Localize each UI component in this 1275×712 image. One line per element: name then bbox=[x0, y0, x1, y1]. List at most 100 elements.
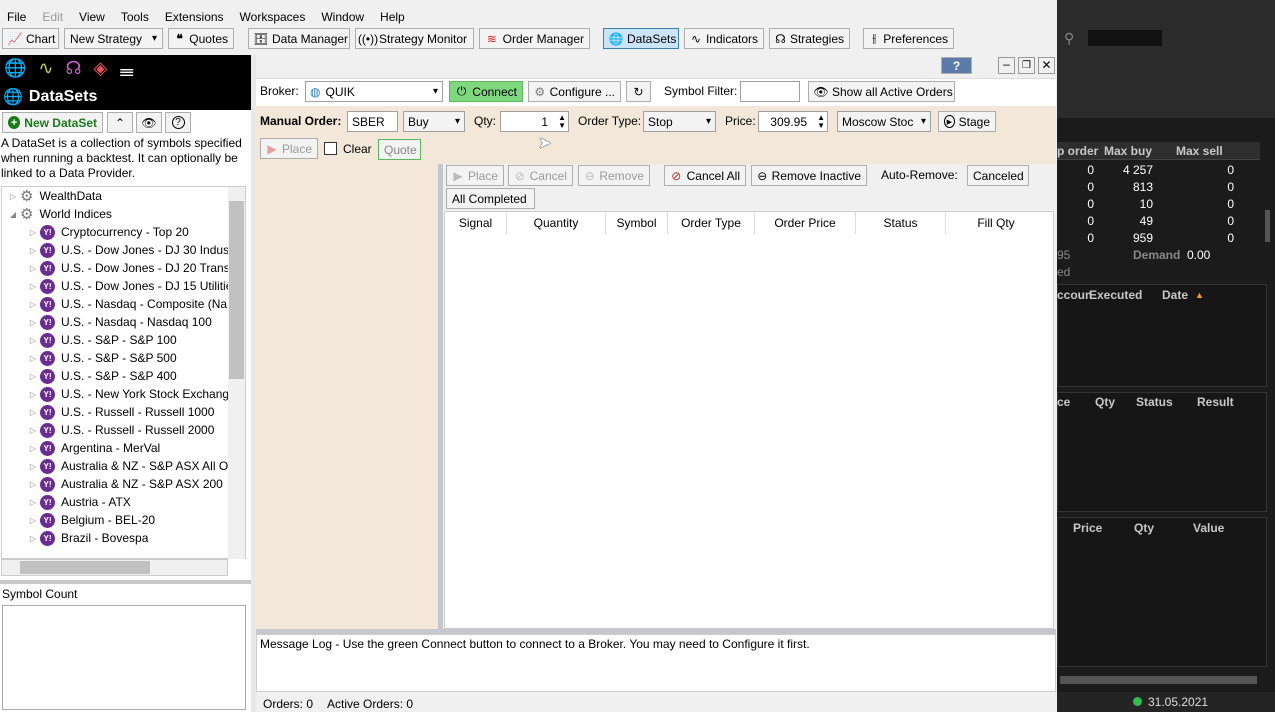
expand-arrow-icon[interactable]: ▷ bbox=[26, 426, 40, 435]
cubes-icon[interactable]: ◈ bbox=[94, 58, 108, 88]
strategy-monitor-button[interactable]: ((•)) Strategy Monitor bbox=[355, 28, 474, 49]
tree-item[interactable]: ▷ Y! Austria - ATX bbox=[2, 493, 131, 511]
menu-workspaces[interactable]: Workspaces bbox=[240, 10, 306, 24]
tree-item[interactable]: ▷ Y! Brazil - Bovespa bbox=[2, 529, 148, 547]
restore-icon[interactable]: ❐ bbox=[1018, 57, 1035, 74]
splitter[interactable] bbox=[0, 580, 251, 584]
new-strategy-button[interactable]: New Strategy ▾ bbox=[64, 28, 163, 49]
quotes-button[interactable]: ❝ Quotes bbox=[168, 28, 234, 49]
dark-hscroll[interactable] bbox=[1060, 676, 1257, 684]
dark-search-input[interactable] bbox=[1088, 30, 1162, 46]
expand-arrow-icon[interactable]: ▷ bbox=[26, 318, 40, 327]
side-select[interactable]: Buy bbox=[403, 111, 465, 132]
col-signal[interactable]: Signal bbox=[445, 212, 507, 234]
view-button[interactable]: 👁 bbox=[136, 112, 162, 133]
clear-checkbox[interactable] bbox=[324, 142, 337, 155]
dark-scrollbar[interactable] bbox=[1265, 210, 1270, 242]
tree-vscrollbar[interactable] bbox=[228, 187, 245, 559]
tree-item[interactable]: ▷ Y! U.S. - S&P - S&P 400 bbox=[2, 367, 177, 385]
search-icon[interactable]: ⚲ bbox=[1064, 30, 1074, 47]
configure-button[interactable]: ⚙ Configure ... bbox=[528, 81, 621, 102]
order-manager-button[interactable]: ≋ Order Manager bbox=[479, 28, 590, 49]
expand-arrow-icon[interactable]: ▷ bbox=[26, 336, 40, 345]
tree-item[interactable]: ▷ Y! Belgium - BEL-20 bbox=[2, 511, 155, 529]
tree-item[interactable]: ◢ ⚙ World Indices bbox=[2, 205, 112, 223]
broker-select[interactable]: ◍ QUIK bbox=[305, 81, 443, 102]
expand-arrow-icon[interactable]: ▷ bbox=[26, 444, 40, 453]
remove-button[interactable]: ⊖ Remove bbox=[578, 165, 650, 186]
preferences-button[interactable]: ⫲ Preferences bbox=[863, 28, 954, 49]
expand-arrow-icon[interactable]: ▷ bbox=[26, 534, 40, 543]
expand-arrow-icon[interactable]: ▷ bbox=[26, 300, 40, 309]
connect-button[interactable]: ⏻ Connect bbox=[449, 81, 523, 102]
col-fill-qty[interactable]: Fill Qty bbox=[946, 212, 1046, 234]
expand-arrow-icon[interactable]: ▷ bbox=[26, 246, 40, 255]
brain-icon[interactable]: ☊ bbox=[66, 58, 82, 88]
quote-button[interactable]: Quote bbox=[378, 139, 421, 160]
col-quantity[interactable]: Quantity bbox=[507, 212, 606, 234]
cancel-all-button[interactable]: ⊘ Cancel All bbox=[664, 165, 746, 186]
expand-arrow-icon[interactable]: ▷ bbox=[26, 372, 40, 381]
indicators-button[interactable]: ∿ Indicators bbox=[684, 28, 764, 49]
tree-item[interactable]: ▷ Y! U.S. - Russell - Russell 1000 bbox=[2, 403, 214, 421]
tree-item[interactable]: ▷ Y! U.S. - Russell - Russell 2000 bbox=[2, 421, 214, 439]
col-symbol[interactable]: Symbol bbox=[606, 212, 668, 234]
tree-item[interactable]: ▷ Y! U.S. - Dow Jones - DJ 20 Transp bbox=[2, 259, 236, 277]
expand-arrow-icon[interactable]: ▷ bbox=[26, 354, 40, 363]
scroll-thumb[interactable] bbox=[229, 201, 244, 379]
minimize-icon[interactable]: – bbox=[998, 57, 1015, 74]
stage-button[interactable]: ▶ Stage bbox=[938, 111, 996, 132]
price-stepper[interactable]: 309.95 ▲ ▼ bbox=[758, 111, 828, 132]
expand-arrow-icon[interactable]: ▷ bbox=[26, 498, 40, 507]
tree-item[interactable]: ▷ Y! U.S. - Nasdaq - Nasdaq 100 bbox=[2, 313, 212, 331]
col-order-price[interactable]: Order Price bbox=[755, 212, 856, 234]
spinner-icon[interactable]: ▲ ▼ bbox=[817, 113, 825, 130]
tree-item[interactable]: ▷ Y! U.S. - S&P - S&P 100 bbox=[2, 331, 177, 349]
place-order-button[interactable]: ▶ Place bbox=[446, 165, 504, 186]
all-completed-button[interactable]: All Completed bbox=[446, 188, 535, 209]
expand-arrow-icon[interactable]: ▷ bbox=[26, 390, 40, 399]
new-dataset-button[interactable]: + New DataSet bbox=[2, 112, 103, 133]
menu-edit[interactable]: Edit bbox=[42, 10, 63, 24]
auto-remove-canceled-button[interactable]: Canceled bbox=[967, 165, 1029, 186]
col-status[interactable]: Status bbox=[856, 212, 946, 234]
close-icon[interactable]: ✕ bbox=[1038, 57, 1055, 74]
data-manager-button[interactable]: 🗄 Data Manager bbox=[248, 28, 350, 49]
exchange-select[interactable]: Moscow Stoc bbox=[837, 111, 931, 132]
wave-icon[interactable]: ∿ bbox=[38, 58, 53, 88]
remove-inactive-button[interactable]: ⊖ Remove Inactive bbox=[751, 165, 867, 186]
menu-file[interactable]: File bbox=[7, 10, 26, 24]
expand-arrow-icon[interactable]: ▷ bbox=[6, 192, 20, 201]
show-all-active-orders-button[interactable]: 👁 Show all Active Orders bbox=[808, 81, 955, 102]
expand-arrow-icon[interactable]: ▷ bbox=[26, 516, 40, 525]
qty-stepper[interactable]: 1 ▲ ▼ bbox=[500, 111, 569, 132]
tree-item[interactable]: ▷ ⚙ WealthData bbox=[2, 187, 102, 205]
globe-icon[interactable]: 🌐 bbox=[4, 58, 26, 88]
symbol-input[interactable]: SBER bbox=[347, 111, 398, 132]
expand-arrow-icon[interactable]: ▷ bbox=[26, 462, 40, 471]
menu-tools[interactable]: Tools bbox=[121, 10, 149, 24]
tree-item[interactable]: ▷ Y! Australia & NZ - S&P ASX All O bbox=[2, 457, 228, 475]
help-button[interactable]: ? bbox=[165, 112, 191, 133]
strategies-button[interactable]: ☊ Strategies bbox=[769, 28, 850, 49]
order-type-select[interactable]: Stop bbox=[643, 111, 716, 132]
expand-arrow-icon[interactable]: ▷ bbox=[26, 228, 40, 237]
cancel-button[interactable]: ⊘ Cancel bbox=[508, 165, 573, 186]
library-icon[interactable]: 𝍢 bbox=[119, 58, 134, 88]
expand-arrow-icon[interactable]: ▷ bbox=[26, 480, 40, 489]
menu-window[interactable]: Window bbox=[321, 10, 364, 24]
menu-extensions[interactable]: Extensions bbox=[165, 10, 224, 24]
col-order-type[interactable]: Order Type bbox=[668, 212, 755, 234]
tree-item[interactable]: ▷ Y! Cryptocurrency - Top 20 bbox=[2, 223, 189, 241]
tree-item[interactable]: ▷ Y! Argentina - MerVal bbox=[2, 439, 160, 457]
tree-item[interactable]: ▷ Y! U.S. - Dow Jones - DJ 30 Industr bbox=[2, 241, 236, 259]
hscroll-thumb[interactable] bbox=[20, 561, 150, 574]
tree-item[interactable]: ▷ Y! U.S. - New York Stock Exchange bbox=[2, 385, 236, 403]
expand-arrow-icon[interactable]: ▷ bbox=[26, 264, 40, 273]
place-button[interactable]: ▶ Place bbox=[260, 138, 318, 159]
om-help-button[interactable]: ? bbox=[941, 57, 972, 74]
tree-hscrollbar[interactable] bbox=[1, 559, 228, 576]
expand-arrow-icon[interactable]: ▷ bbox=[26, 282, 40, 291]
datasets-button[interactable]: 🌐 DataSets bbox=[603, 28, 679, 49]
expanded-arrow-icon[interactable]: ◢ bbox=[6, 210, 20, 219]
